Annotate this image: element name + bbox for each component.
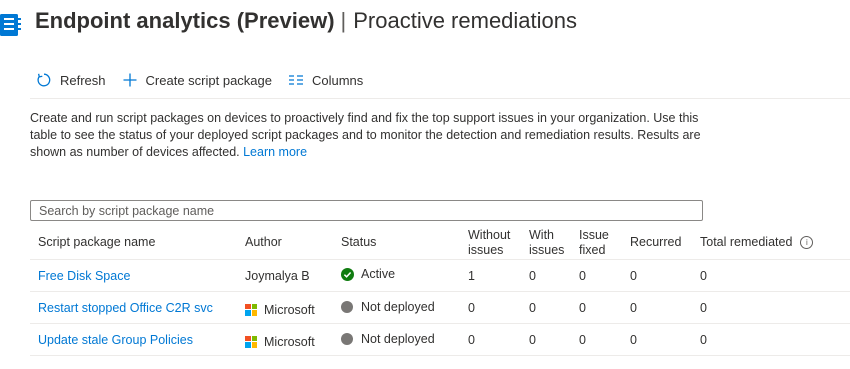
script-package-name-link[interactable]: Restart stopped Office C2R svc (30, 291, 237, 324)
page-title-main: Endpoint analytics (Preview) (35, 8, 335, 33)
columns-button[interactable]: Columns (288, 72, 363, 88)
table-row[interactable]: Restart stopped Office C2R svc Microsoft… (30, 291, 850, 324)
table-header-row: Script package name Author Status Withou… (30, 226, 850, 260)
issue-fixed-cell: 0 (571, 291, 622, 324)
learn-more-link[interactable]: Learn more (243, 145, 307, 159)
table-row[interactable]: Update stale Group Policies Microsoft No… (30, 323, 850, 356)
table-row[interactable]: Free Disk Space Joymalya B Active 1 0 0 … (30, 259, 850, 292)
title-separator: | (340, 8, 347, 33)
create-script-package-label: Create script package (145, 72, 272, 88)
recurred-cell: 0 (622, 259, 692, 292)
columns-label: Columns (311, 72, 364, 88)
author-cell: Microsoft (237, 323, 333, 356)
without-issues-cell: 1 (460, 259, 521, 292)
column-header-issue-fixed[interactable]: Issue fixed (571, 226, 622, 260)
without-issues-cell: 0 (460, 291, 521, 324)
gray-dot-icon (341, 332, 353, 345)
status-cell: Not deployed (333, 291, 460, 324)
gray-dot-icon (341, 300, 353, 313)
with-issues-cell: 0 (521, 291, 571, 324)
with-issues-cell: 0 (521, 259, 571, 292)
page-description: Create and run script packages on device… (30, 110, 720, 161)
status-text: Not deployed (361, 299, 435, 314)
columns-icon (288, 75, 303, 85)
author-cell: Joymalya B (237, 259, 333, 292)
page-title-sub: Proactive remediations (353, 8, 578, 33)
column-header-status[interactable]: Status (333, 226, 460, 260)
status-text: Not deployed (361, 331, 435, 346)
column-header-without-issues[interactable]: Without issues (460, 226, 521, 260)
total-remediated-cell: 0 (692, 323, 850, 356)
page-title: Endpoint analytics (Preview) | Proactive r… (35, 6, 577, 36)
microsoft-logo-icon (245, 303, 257, 316)
plus-icon (123, 73, 137, 87)
endpoint-analytics-app-icon (0, 14, 21, 36)
issue-fixed-cell: 0 (571, 259, 622, 292)
status-cell: Not deployed (333, 323, 460, 356)
column-header-total-remediated[interactable]: Total remediated i (692, 226, 850, 260)
info-icon[interactable]: i (800, 236, 814, 250)
refresh-icon (37, 73, 51, 87)
column-header-author[interactable]: Author (237, 226, 333, 260)
description-text: Create and run script packages on device… (30, 111, 701, 159)
author-text: Microsoft (264, 302, 315, 317)
script-packages-table: Script package name Author Status Withou… (30, 226, 850, 356)
toolbar-divider (30, 98, 850, 99)
refresh-button[interactable]: Refresh (36, 72, 106, 88)
status-cell: Active (333, 259, 460, 292)
script-package-name-link[interactable]: Update stale Group Policies (30, 323, 237, 356)
author-text: Microsoft (264, 334, 315, 349)
refresh-label: Refresh (60, 72, 106, 88)
script-package-name-link[interactable]: Free Disk Space (30, 259, 237, 292)
column-header-recurred[interactable]: Recurred (622, 226, 692, 260)
command-bar: Refresh Create script package Columns (36, 68, 379, 92)
recurred-cell: 0 (622, 323, 692, 356)
without-issues-cell: 0 (460, 323, 521, 356)
total-remediated-label: Total remediated (700, 235, 793, 249)
recurred-cell: 0 (622, 291, 692, 324)
total-remediated-cell: 0 (692, 259, 850, 292)
column-header-with-issues[interactable]: With issues (521, 226, 571, 260)
column-header-name[interactable]: Script package name (30, 226, 237, 260)
total-remediated-cell: 0 (692, 291, 850, 324)
status-text: Active (361, 267, 396, 282)
author-cell: Microsoft (237, 291, 333, 324)
issue-fixed-cell: 0 (571, 323, 622, 356)
create-script-package-button[interactable]: Create script package (122, 72, 272, 88)
search-input[interactable] (30, 200, 703, 221)
microsoft-logo-icon (245, 335, 257, 348)
with-issues-cell: 0 (521, 323, 571, 356)
check-circle-icon (341, 267, 354, 281)
